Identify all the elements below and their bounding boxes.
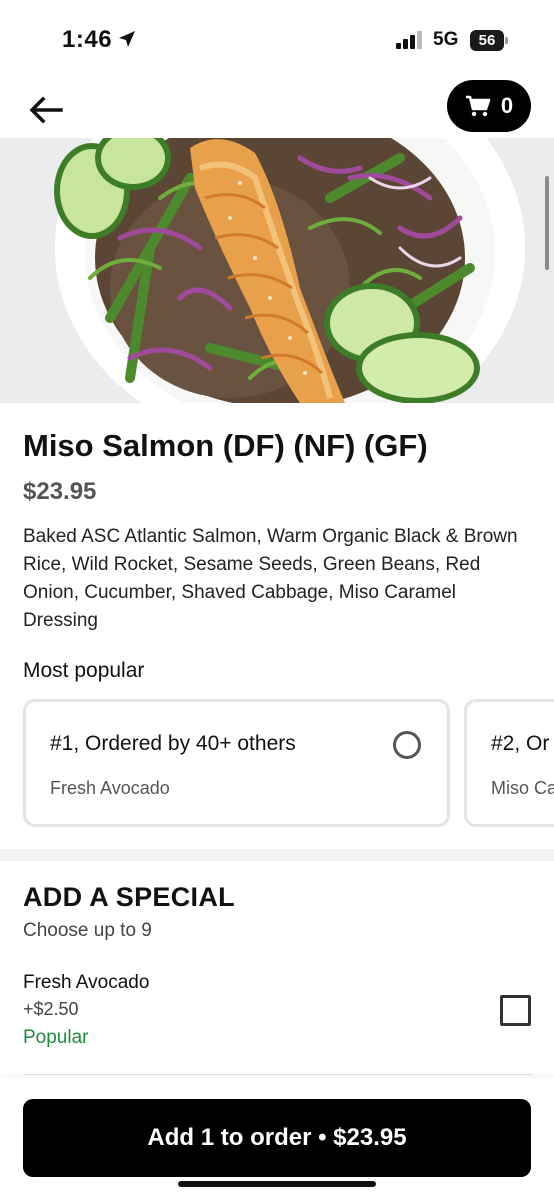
back-button[interactable] [24, 88, 68, 132]
cart-button[interactable]: 0 [447, 80, 531, 132]
status-time: 1:46 [62, 26, 113, 53]
location-arrow-icon [119, 31, 135, 47]
item-price: $23.95 [23, 478, 97, 505]
popular-option-subtitle: Miso Ca [491, 778, 554, 798]
home-indicator[interactable] [178, 1181, 376, 1187]
network-label: 5G [433, 29, 459, 50]
special-section-subtitle: Choose up to 9 [23, 920, 152, 941]
option-name: Fresh Avocado [23, 972, 150, 993]
popular-option-card[interactable]: #1, Ordered by 40+ others Fresh Avocado [23, 699, 450, 827]
option-checkbox[interactable] [500, 995, 531, 1026]
signal-icon [396, 31, 422, 49]
item-photo [0, 138, 554, 403]
option-price: +$2.50 [23, 999, 79, 1019]
arrow-left-icon [29, 96, 63, 124]
item-description: Baked ASC Atlantic Salmon, Warm Organic … [23, 526, 518, 631]
item-title: Miso Salmon (DF) (NF) (GF) [23, 428, 428, 463]
popular-option-title: #2, Or [491, 732, 550, 755]
cart-icon [465, 95, 491, 117]
battery-level: 56 [478, 32, 496, 49]
popular-option-title: #1, Ordered by 40+ others [50, 732, 296, 755]
battery-icon: 56 [470, 30, 508, 51]
section-divider [0, 849, 554, 861]
most-popular-label: Most popular [23, 659, 145, 682]
popular-option-card[interactable]: #2, Or Miso Ca [464, 699, 554, 827]
popular-badge: Popular [23, 1027, 89, 1048]
divider [23, 1074, 533, 1075]
special-section-title: ADD A SPECIAL [23, 882, 235, 912]
popular-option-subtitle: Fresh Avocado [50, 778, 170, 798]
radio-button[interactable] [393, 731, 421, 759]
cart-count: 0 [500, 93, 514, 118]
status-bar: 1:46 5G 56 [0, 0, 554, 80]
add-to-order-button[interactable]: Add 1 to order • $23.95 [23, 1099, 531, 1177]
most-popular-carousel[interactable]: #1, Ordered by 40+ others Fresh Avocado … [23, 699, 554, 829]
scroll-indicator[interactable] [545, 176, 549, 270]
